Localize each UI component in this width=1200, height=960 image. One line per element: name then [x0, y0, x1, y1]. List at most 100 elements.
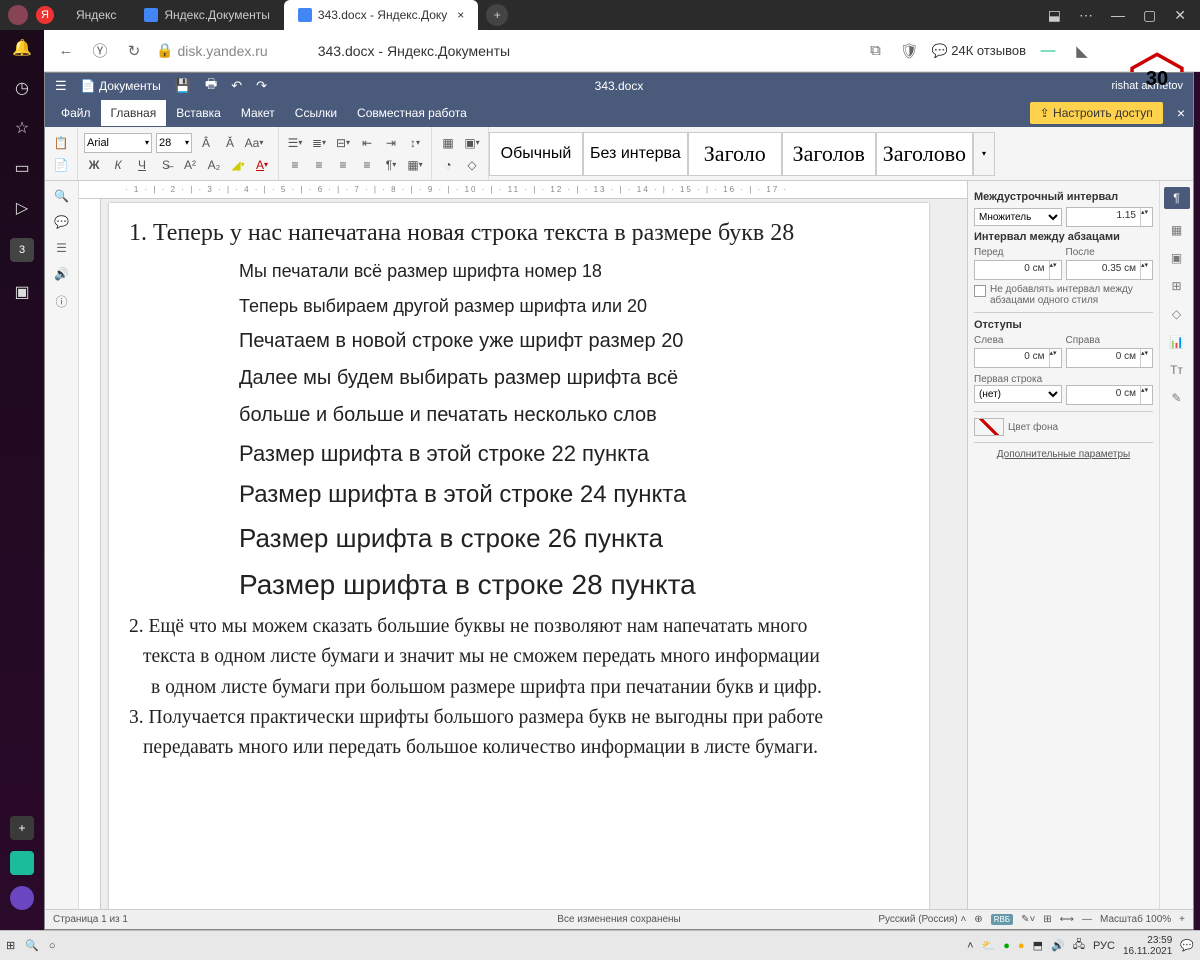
download-icon[interactable]: ⬓: [1048, 7, 1061, 24]
app-tile-purple[interactable]: [10, 886, 34, 910]
keyboard-lang[interactable]: РУС: [1093, 940, 1115, 952]
spacing-value-input[interactable]: 1.15▴▾: [1066, 207, 1154, 227]
shading-button[interactable]: ▦▾: [405, 155, 425, 175]
table-tab-icon[interactable]: ▦: [1171, 223, 1182, 237]
style-dropdown[interactable]: ▾: [973, 132, 995, 176]
tray-icon[interactable]: ⬒: [1033, 939, 1043, 952]
document-page[interactable]: 1. Теперь у нас напечатана новая строка …: [109, 203, 929, 909]
print-icon[interactable]: 🖶: [205, 75, 217, 97]
speaker-icon[interactable]: 🔊: [54, 267, 69, 281]
signature-tab-icon[interactable]: ✎: [1171, 391, 1181, 405]
spellcheck-icon[interactable]: ⊕: [974, 914, 982, 925]
menu-icon[interactable]: ⋯: [1079, 7, 1093, 24]
zoom-level[interactable]: Масштаб 100%: [1100, 914, 1171, 925]
doc-line[interactable]: 2. Ещё что мы можем сказать большие букв…: [129, 614, 915, 640]
burger-icon[interactable]: ☰: [55, 78, 67, 94]
new-tab-button[interactable]: +: [486, 4, 508, 26]
weather-icon[interactable]: ⛅: [982, 939, 996, 952]
strike-button[interactable]: S̶: [156, 155, 176, 175]
style-heading1[interactable]: Заголо: [688, 132, 782, 176]
advanced-link[interactable]: Дополнительные параметры: [974, 449, 1153, 460]
superscript-button[interactable]: A²: [180, 155, 200, 175]
underline-button[interactable]: Ч: [132, 155, 152, 175]
vertical-ruler[interactable]: [79, 199, 101, 909]
notifications-icon[interactable]: 💬: [1180, 939, 1194, 952]
style-nospacing[interactable]: Без интерва: [583, 132, 688, 176]
menu-collab[interactable]: Совместная работа: [347, 100, 477, 126]
change-case-icon[interactable]: Aa▾: [244, 133, 264, 153]
save-icon[interactable]: 💾: [175, 78, 191, 94]
style-heading3[interactable]: Заголово: [876, 132, 973, 176]
headings-icon[interactable]: ☰: [56, 241, 67, 255]
style-heading2[interactable]: Заголов: [782, 132, 876, 176]
add-tile-button[interactable]: +: [10, 816, 34, 840]
cortana-button[interactable]: ○: [49, 940, 56, 952]
doc-line[interactable]: Печатаем в новой строке уже шрифт размер…: [239, 328, 915, 355]
indent-left-input[interactable]: 0 см▴▾: [974, 348, 1062, 368]
bg-color-swatch[interactable]: [974, 418, 1004, 436]
no-space-checkbox[interactable]: [974, 285, 986, 297]
shape-tab-icon[interactable]: ◇: [1172, 307, 1181, 321]
copy-icon[interactable]: ⧉: [863, 39, 887, 63]
paragraph-tab-icon[interactable]: ¶: [1164, 187, 1190, 209]
align-right-button[interactable]: ≡: [333, 155, 353, 175]
search-button[interactable]: 🔍: [25, 939, 39, 952]
comments-icon[interactable]: 💬: [54, 215, 69, 229]
copy-button[interactable]: 📋: [51, 133, 71, 153]
doc-line[interactable]: в одном листе бумаги при большом размере…: [129, 675, 915, 701]
trackchanges-icon[interactable]: RВБ: [991, 914, 1013, 925]
line-spacing-button[interactable]: ↕▾: [405, 133, 425, 153]
minimize-icon[interactable]: —: [1111, 7, 1125, 24]
redo-icon[interactable]: ↷: [256, 78, 267, 94]
highlight-button[interactable]: ◢▾: [228, 155, 248, 175]
tab-0[interactable]: Яндекс: [62, 0, 130, 30]
doc-line[interactable]: передавать много или передать большое ко…: [129, 735, 915, 761]
insert-shape-button[interactable]: ◇: [462, 155, 482, 175]
tray-icon[interactable]: ●: [1003, 940, 1010, 952]
zoom-in-icon[interactable]: +: [1179, 914, 1185, 925]
star-icon[interactable]: ☆: [12, 118, 32, 138]
italic-button[interactable]: К: [108, 155, 128, 175]
app-tile-teal[interactable]: [10, 851, 34, 875]
font-size-select[interactable]: 28▾: [156, 133, 192, 153]
play-icon[interactable]: ▷: [12, 198, 32, 218]
align-justify-button[interactable]: ≡: [357, 155, 377, 175]
reviews-badge[interactable]: 💬 24К отзывов: [931, 43, 1026, 59]
multilevel-button[interactable]: ⊟▾: [333, 133, 353, 153]
font-family-select[interactable]: Arial▾: [84, 133, 152, 153]
app-close-icon[interactable]: ×: [1169, 105, 1193, 121]
profile-avatar[interactable]: [8, 5, 28, 25]
back-button[interactable]: ←: [54, 39, 78, 63]
clock-icon[interactable]: ◷: [12, 78, 32, 98]
doc-line[interactable]: текста в одном листе бумаги и значит мы …: [129, 644, 915, 670]
bookmark-icon[interactable]: ◣: [1070, 39, 1094, 63]
menu-file[interactable]: Файл: [51, 100, 101, 126]
align-left-button[interactable]: ≡: [285, 155, 305, 175]
decrease-font-icon[interactable]: Ǎ: [220, 133, 240, 153]
before-input[interactable]: 0 см▴▾: [974, 260, 1062, 280]
menu-layout[interactable]: Макет: [231, 100, 285, 126]
volume-icon[interactable]: 🔊: [1051, 939, 1065, 952]
info-icon[interactable]: ⓘ: [55, 293, 67, 310]
align-center-button[interactable]: ≡: [309, 155, 329, 175]
menu-insert[interactable]: Вставка: [166, 100, 231, 126]
menu-links[interactable]: Ссылки: [285, 100, 347, 126]
doc-line[interactable]: Размер шрифта в строке 26 пункта: [239, 521, 915, 556]
undo-icon[interactable]: ↶: [231, 78, 242, 94]
image-tab-icon[interactable]: ▣: [1171, 251, 1182, 265]
doc-line[interactable]: Размер шрифта в этой строке 24 пункта: [239, 479, 915, 511]
numbering-button[interactable]: ≣▾: [309, 133, 329, 153]
horizontal-ruler[interactable]: · 1 · | · 2 · | · 3 · | · 4 · | · 5 · | …: [79, 181, 967, 199]
doc-line[interactable]: 1. Теперь у нас напечатана новая строка …: [129, 217, 915, 249]
fit-width-icon[interactable]: ⟷: [1060, 914, 1074, 925]
inc-indent-button[interactable]: ⇥: [381, 133, 401, 153]
spacing-type-select[interactable]: Множитель: [974, 208, 1062, 226]
yandex-search-icon[interactable]: Ⓨ: [88, 39, 112, 63]
doc-line[interactable]: Теперь выбираем другой размер шрифта или…: [239, 294, 915, 318]
close-icon[interactable]: ×: [457, 8, 464, 22]
doc-line[interactable]: 3. Получается практически шрифты большог…: [129, 705, 915, 731]
url-display[interactable]: 🔒disk.yandex.ru: [156, 42, 268, 59]
bell-icon[interactable]: 🔔: [12, 38, 32, 58]
indent-right-input[interactable]: 0 см▴▾: [1066, 348, 1154, 368]
clock[interactable]: 23:5916.11.2021: [1123, 935, 1172, 957]
